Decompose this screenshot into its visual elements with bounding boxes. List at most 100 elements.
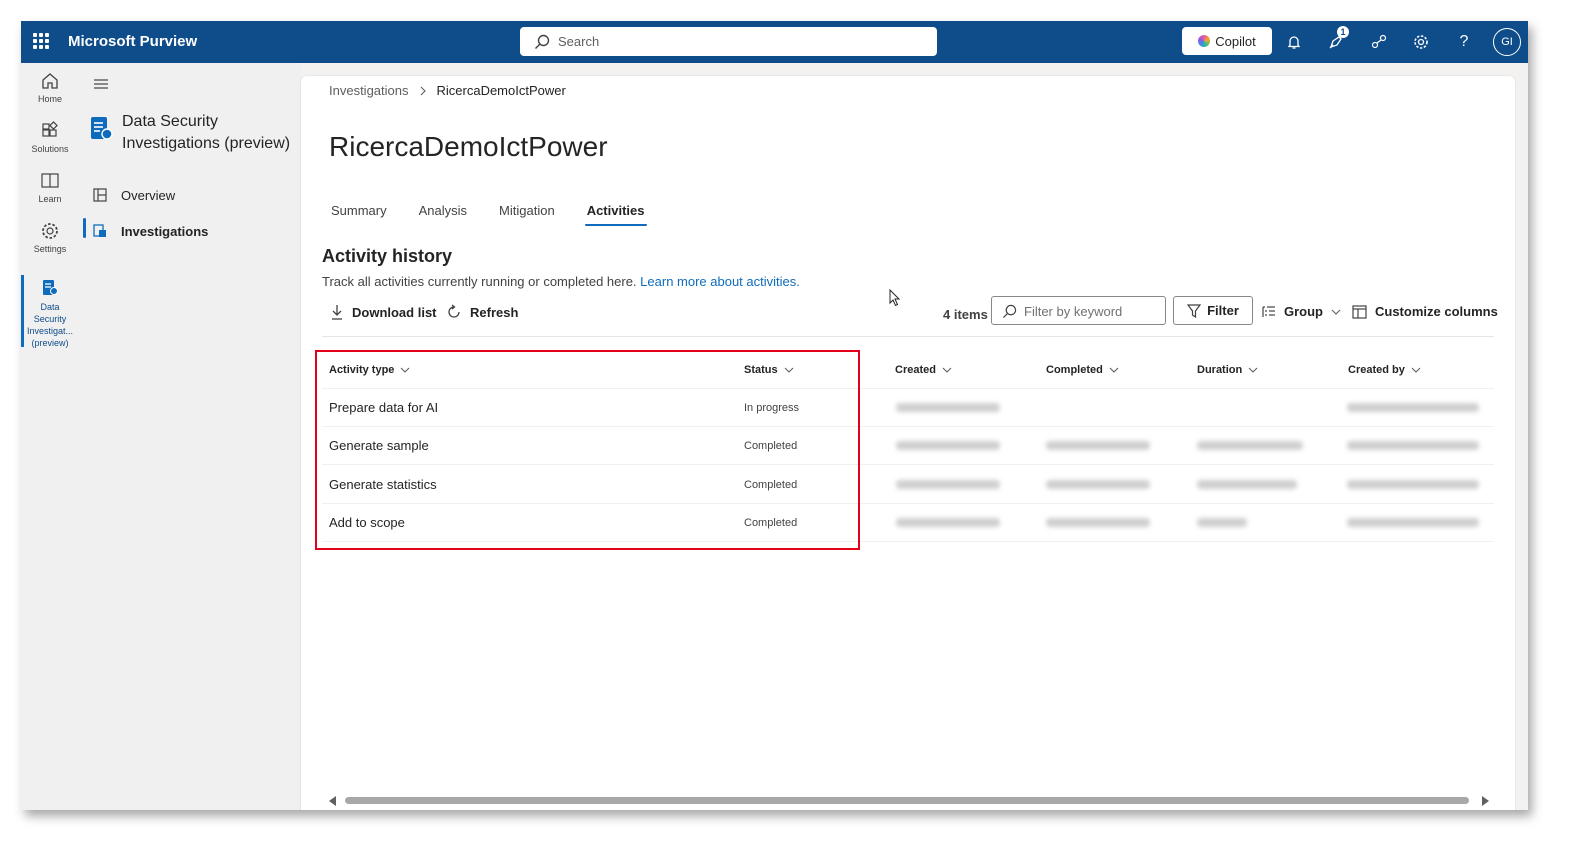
app-window: Microsoft Purview Copilot 1 ? GI Home <box>21 21 1528 810</box>
overview-icon <box>93 188 107 202</box>
breadcrumb: Investigations RicercaDemoIctPower <box>329 83 566 98</box>
filter-button[interactable]: Filter <box>1173 296 1253 325</box>
customize-columns-label: Customize columns <box>1375 304 1498 319</box>
column-header-duration[interactable]: Duration <box>1197 364 1258 376</box>
chevron-down-icon <box>1331 309 1341 315</box>
nav-item-investigations[interactable]: Investigations <box>93 219 293 243</box>
notification-badge: 1 <box>1337 26 1349 38</box>
column-header-created[interactable]: Created <box>895 364 952 376</box>
tab-mitigation[interactable]: Mitigation <box>497 203 557 226</box>
breadcrumb-current: RicercaDemoIctPower <box>436 83 566 98</box>
whats-new-icon[interactable]: 1 <box>1324 26 1349 54</box>
column-header-completed[interactable]: Completed <box>1046 364 1119 376</box>
nav-item-overview[interactable]: Overview <box>93 183 293 207</box>
gear-icon[interactable] <box>1409 30 1433 54</box>
columns-icon <box>1352 304 1367 319</box>
learn-more-link[interactable]: Learn more about activities. <box>640 274 800 289</box>
download-icon <box>332 305 342 320</box>
data-security-icon <box>43 280 58 295</box>
refresh-icon <box>448 304 460 318</box>
scrollbar-thumb[interactable] <box>345 797 1469 804</box>
cell-completed-redacted <box>1046 480 1150 489</box>
search-icon <box>1002 304 1017 319</box>
chevron-down-icon <box>942 367 952 373</box>
items-count: 4 items <box>943 307 988 322</box>
solutions-icon <box>42 121 58 137</box>
left-rail: Home Solutions Learn Settings Data Secur… <box>21 63 79 810</box>
main-panel: Investigations RicercaDemoIctPower Ricer… <box>301 76 1515 810</box>
download-list-label: Download list <box>352 304 437 320</box>
rail-label-solutions: Solutions <box>31 144 69 154</box>
group-list-icon <box>1262 305 1275 317</box>
copilot-icon <box>1198 35 1211 47</box>
copilot-label: Copilot <box>1215 33 1256 49</box>
rail-item-settings[interactable]: Settings <box>21 221 79 254</box>
cell-created-by-redacted <box>1347 441 1479 450</box>
column-header-label: Created by <box>1348 364 1405 376</box>
customize-columns-button[interactable]: Customize columns <box>1352 304 1498 319</box>
filter-keyword-input[interactable] <box>1024 302 1159 320</box>
breadcrumb-parent[interactable]: Investigations <box>329 83 409 98</box>
nav-title: Data Security Investigations (preview) <box>122 113 291 152</box>
rail-label-settings: Settings <box>33 244 67 254</box>
cell-duration-redacted <box>1197 518 1247 527</box>
scroll-right-icon[interactable] <box>1482 796 1489 806</box>
rail-item-learn[interactable]: Learn <box>21 171 79 204</box>
group-button[interactable]: Group <box>1262 304 1341 319</box>
scroll-left-icon[interactable] <box>329 796 336 806</box>
tab-activities[interactable]: Activities <box>584 203 647 226</box>
rail-label-data-security: Data Security Investigat... (preview) <box>26 302 74 348</box>
search-input[interactable] <box>558 31 918 52</box>
cell-created-by-redacted <box>1347 403 1479 412</box>
filter-icon <box>1187 303 1202 318</box>
cell-created-by-redacted <box>1347 518 1479 527</box>
cell-created-redacted <box>896 518 1000 527</box>
hamburger-icon[interactable] <box>93 77 109 96</box>
rail-item-home[interactable]: Home <box>21 71 79 104</box>
cell-duration-redacted <box>1197 480 1297 489</box>
gear-icon <box>42 223 58 239</box>
cell-created-redacted <box>896 441 1000 450</box>
chevron-right-icon <box>420 86 426 95</box>
nav-active-indicator <box>83 218 86 238</box>
page-title: RicercaDemoIctPower <box>329 131 608 162</box>
avatar[interactable]: GI <box>1493 28 1521 56</box>
bell-icon[interactable] <box>1282 30 1306 54</box>
cell-created-by-redacted <box>1347 480 1479 489</box>
refresh-label: Refresh <box>470 304 519 320</box>
tab-summary[interactable]: Summary <box>329 203 389 226</box>
help-icon[interactable]: ? <box>1452 30 1476 54</box>
highlight-annotation-box <box>315 350 860 550</box>
home-icon <box>42 73 58 89</box>
app-title[interactable]: Microsoft Purview <box>68 33 197 50</box>
search-box[interactable] <box>520 27 937 56</box>
column-header-label: Completed <box>1046 364 1103 376</box>
chevron-down-icon <box>1411 367 1421 373</box>
column-header-label: Created <box>895 364 936 376</box>
nav-label-overview: Overview <box>121 187 176 203</box>
connections-icon[interactable] <box>1367 30 1391 54</box>
nav-label-investigations: Investigations <box>121 223 209 239</box>
refresh-button[interactable]: Refresh <box>446 304 518 320</box>
cell-created-redacted <box>896 480 1000 489</box>
tab-list: Summary Analysis Mitigation Activities <box>329 203 647 226</box>
cell-completed-redacted <box>1046 518 1150 527</box>
chevron-down-icon <box>1109 367 1119 373</box>
column-header-label: Duration <box>1197 364 1243 376</box>
top-bar: Microsoft Purview Copilot 1 ? GI <box>21 21 1528 63</box>
chevron-down-icon <box>1248 367 1258 373</box>
rail-item-data-security[interactable]: Data Security Investigat... (preview) <box>21 278 79 349</box>
cell-duration-redacted <box>1197 441 1303 450</box>
description-text: Track all activities currently running o… <box>322 274 637 289</box>
rail-label-home: Home <box>37 94 62 104</box>
column-header-created-by[interactable]: Created by <box>1348 364 1421 376</box>
copilot-button[interactable]: Copilot <box>1182 27 1272 55</box>
filter-keyword-box[interactable] <box>991 296 1166 325</box>
horizontal-scrollbar[interactable] <box>329 794 1489 806</box>
app-launcher-icon[interactable] <box>33 33 49 49</box>
tab-analysis[interactable]: Analysis <box>417 203 469 226</box>
download-list-button[interactable]: Download list <box>330 304 437 320</box>
rail-item-solutions[interactable]: Solutions <box>21 121 79 154</box>
section-title: Activity history <box>322 246 453 266</box>
book-icon <box>41 173 59 188</box>
